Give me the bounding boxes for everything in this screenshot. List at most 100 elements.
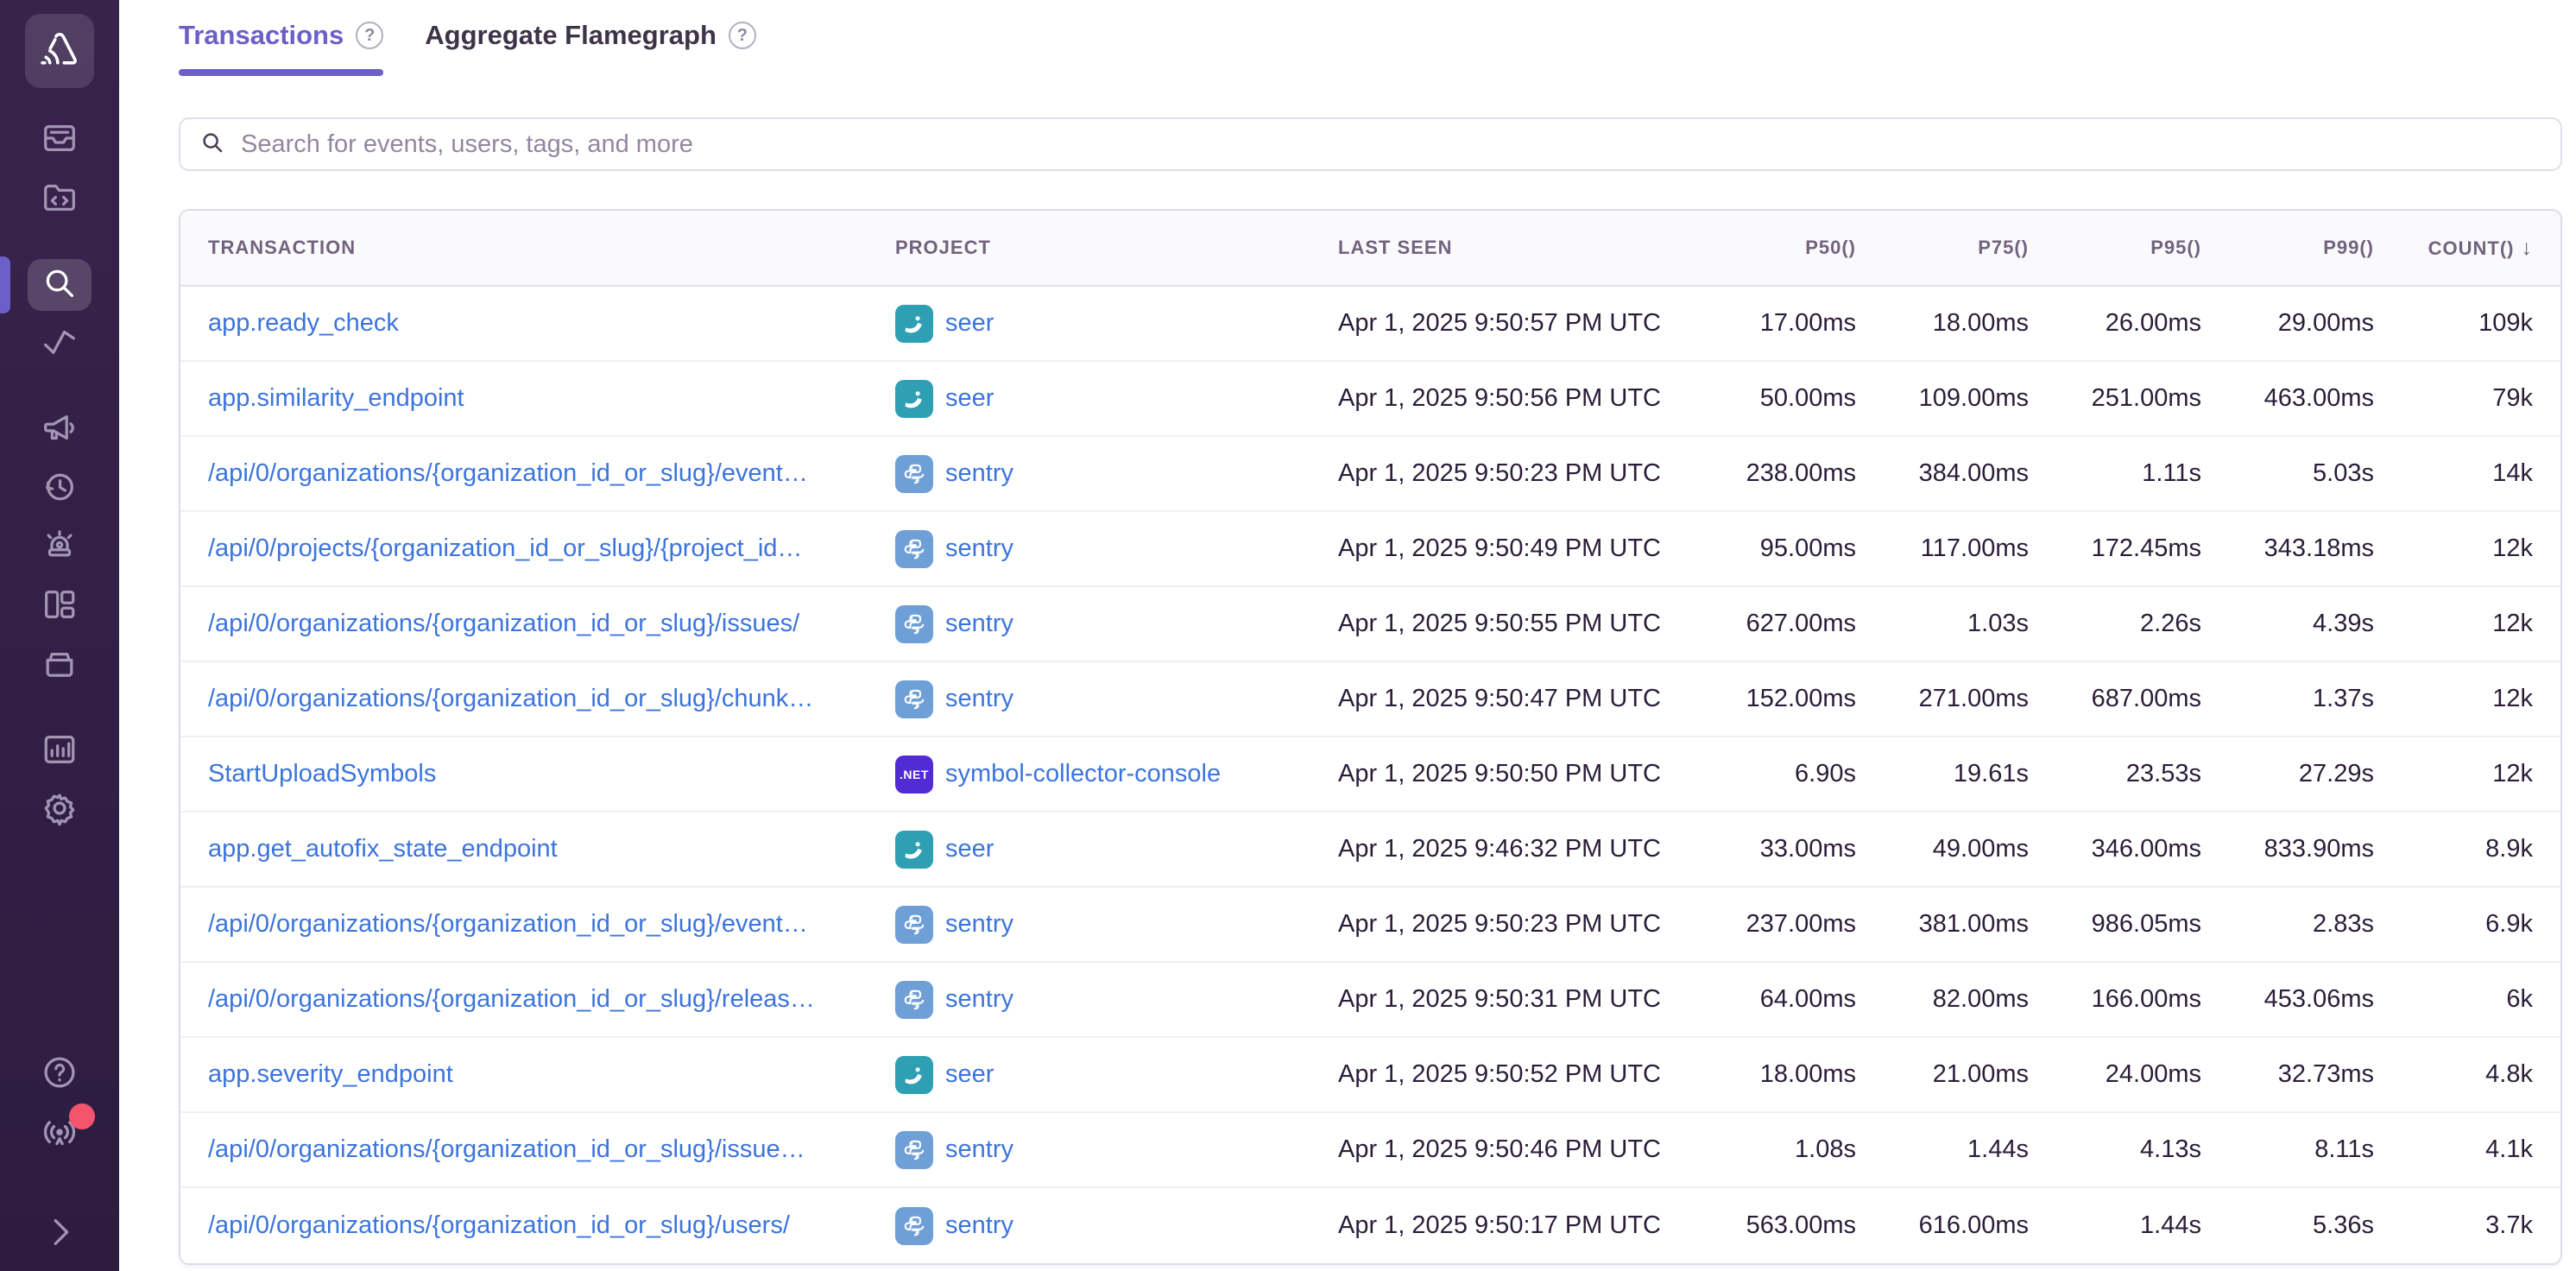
project-link[interactable]: seer bbox=[945, 1060, 994, 1089]
search-bar[interactable] bbox=[179, 117, 2562, 171]
project-link[interactable]: seer bbox=[945, 835, 994, 863]
tab-aggregate-flamegraph-label: Aggregate Flamegraph bbox=[425, 19, 717, 52]
project-link[interactable]: symbol-collector-console bbox=[945, 760, 1221, 788]
p99-cell: 29.00ms bbox=[2201, 309, 2374, 338]
sentry-logo-button[interactable] bbox=[25, 14, 94, 88]
p75-cell: 82.00ms bbox=[1856, 985, 2029, 1014]
transaction-link[interactable]: /api/0/organizations/{organization_id_or… bbox=[208, 1135, 864, 1164]
count-cell: 12k bbox=[2374, 760, 2533, 788]
project-cell: sentry bbox=[895, 981, 1338, 1019]
transaction-cell: /api/0/organizations/{organization_id_or… bbox=[208, 610, 895, 638]
p75-cell: 381.00ms bbox=[1856, 910, 2029, 939]
p75-cell: 18.00ms bbox=[1856, 309, 2029, 338]
column-header[interactable]: P99() bbox=[2201, 237, 2374, 259]
transaction-cell: /api/0/projects/{organization_id_or_slug… bbox=[208, 534, 895, 563]
transaction-link[interactable]: app.get_autofix_state_endpoint bbox=[208, 835, 864, 863]
transaction-link[interactable]: app.similarity_endpoint bbox=[208, 384, 864, 413]
column-header[interactable]: TRANSACTION bbox=[208, 237, 895, 259]
transaction-link[interactable]: StartUploadSymbols bbox=[208, 760, 864, 788]
transaction-link[interactable]: /api/0/organizations/{organization_id_or… bbox=[208, 985, 864, 1014]
seer-platform-icon bbox=[895, 305, 933, 343]
p50-cell: 50.00ms bbox=[1683, 384, 1856, 413]
sidebar-item-feedback[interactable] bbox=[28, 404, 92, 456]
transaction-link[interactable]: /api/0/organizations/{organization_id_or… bbox=[208, 610, 864, 638]
count-cell: 4.8k bbox=[2374, 1060, 2533, 1089]
p75-cell: 271.00ms bbox=[1856, 685, 2029, 713]
table-row: app.similarity_endpoint seer Apr 1, 2025… bbox=[180, 362, 2560, 437]
project-link[interactable]: sentry bbox=[945, 534, 1013, 563]
project-cell: sentry bbox=[895, 680, 1338, 718]
p95-cell: 2.26s bbox=[2029, 610, 2201, 638]
sidebar-item-alerts[interactable] bbox=[28, 522, 92, 573]
count-cell: 6k bbox=[2374, 985, 2533, 1014]
transaction-cell: /api/0/organizations/{organization_id_or… bbox=[208, 685, 895, 713]
sidebar-item-dashboards[interactable] bbox=[28, 580, 92, 632]
search-input[interactable] bbox=[239, 130, 2541, 160]
project-link[interactable]: seer bbox=[945, 309, 994, 338]
project-cell: sentry bbox=[895, 530, 1338, 568]
last-seen-cell: Apr 1, 2025 9:50:17 PM UTC bbox=[1338, 1211, 1683, 1240]
transaction-link[interactable]: /api/0/organizations/{organization_id_or… bbox=[208, 685, 864, 713]
p50-cell: 238.00ms bbox=[1683, 459, 1856, 488]
seer-platform-icon bbox=[895, 380, 933, 418]
count-cell: 14k bbox=[2374, 459, 2533, 488]
project-link[interactable]: sentry bbox=[945, 1211, 1013, 1240]
sidebar-item-whats-new[interactable] bbox=[28, 1107, 92, 1159]
table-row: /api/0/organizations/{organization_id_or… bbox=[180, 587, 2560, 662]
column-header[interactable]: COUNT()↓ bbox=[2374, 236, 2533, 261]
p95-cell: 1.44s bbox=[2029, 1211, 2201, 1240]
sidebar-collapse-button[interactable] bbox=[28, 1207, 92, 1259]
seer-platform-icon bbox=[895, 1056, 933, 1094]
project-link[interactable]: sentry bbox=[945, 685, 1013, 713]
project-link[interactable]: sentry bbox=[945, 459, 1013, 488]
project-link[interactable]: sentry bbox=[945, 1135, 1013, 1164]
count-cell: 12k bbox=[2374, 534, 2533, 563]
sidebar-item-explore[interactable] bbox=[28, 173, 92, 224]
project-link[interactable]: sentry bbox=[945, 610, 1013, 638]
column-header[interactable]: PROJECT bbox=[895, 237, 1338, 259]
transaction-cell: /api/0/organizations/{organization_id_or… bbox=[208, 910, 895, 939]
transaction-link[interactable]: /api/0/organizations/{organization_id_or… bbox=[208, 459, 864, 488]
p99-cell: 343.18ms bbox=[2201, 534, 2374, 563]
sidebar-item-help[interactable] bbox=[28, 1048, 92, 1100]
table-row: app.ready_check seer Apr 1, 2025 9:50:57… bbox=[180, 287, 2560, 362]
sidebar-item-releases[interactable] bbox=[28, 639, 92, 691]
sidebar-item-search[interactable] bbox=[28, 259, 92, 311]
p50-cell: 6.90s bbox=[1683, 760, 1856, 788]
transaction-link[interactable]: app.severity_endpoint bbox=[208, 1060, 864, 1089]
project-link[interactable]: seer bbox=[945, 384, 994, 413]
p95-cell: 26.00ms bbox=[2029, 309, 2201, 338]
p75-cell: 21.00ms bbox=[1856, 1060, 2029, 1089]
transaction-link[interactable]: /api/0/organizations/{organization_id_or… bbox=[208, 1211, 864, 1240]
sidebar-item-traces[interactable] bbox=[28, 318, 92, 370]
last-seen-cell: Apr 1, 2025 9:50:23 PM UTC bbox=[1338, 459, 1683, 488]
p99-cell: 8.11s bbox=[2201, 1135, 2374, 1164]
feedback-icon bbox=[40, 408, 79, 452]
p99-cell: 5.03s bbox=[2201, 459, 2374, 488]
tab-aggregate-flamegraph[interactable]: Aggregate Flamegraph ? bbox=[425, 19, 756, 76]
transaction-cell: app.similarity_endpoint bbox=[208, 384, 895, 413]
sidebar-item-replays[interactable] bbox=[28, 463, 92, 515]
transaction-link[interactable]: /api/0/organizations/{organization_id_or… bbox=[208, 910, 864, 939]
tab-transactions[interactable]: Transactions ? bbox=[179, 19, 383, 76]
transaction-link[interactable]: app.ready_check bbox=[208, 309, 864, 338]
help-icon[interactable]: ? bbox=[729, 22, 756, 49]
sidebar-item-issues[interactable] bbox=[28, 114, 92, 166]
project-link[interactable]: sentry bbox=[945, 910, 1013, 939]
table-row: /api/0/organizations/{organization_id_or… bbox=[180, 1188, 2560, 1263]
sidebar-item-stats[interactable] bbox=[28, 725, 92, 777]
column-header[interactable]: P50() bbox=[1683, 237, 1856, 259]
p95-cell: 24.00ms bbox=[2029, 1060, 2201, 1089]
column-header[interactable]: P75() bbox=[1856, 237, 2029, 259]
project-link[interactable]: sentry bbox=[945, 985, 1013, 1014]
table-row: app.get_autofix_state_endpoint seer Apr … bbox=[180, 813, 2560, 888]
p95-cell: 1.11s bbox=[2029, 459, 2201, 488]
column-header[interactable]: LAST SEEN bbox=[1338, 237, 1683, 259]
column-header[interactable]: P95() bbox=[2029, 237, 2201, 259]
transaction-link[interactable]: /api/0/projects/{organization_id_or_slug… bbox=[208, 534, 864, 563]
sidebar-item-settings[interactable] bbox=[28, 784, 92, 836]
sidebar bbox=[0, 0, 119, 1271]
transactions-table: TRANSACTIONPROJECTLAST SEENP50()P75()P95… bbox=[179, 209, 2562, 1265]
help-icon[interactable]: ? bbox=[356, 22, 383, 49]
table-row: /api/0/organizations/{organization_id_or… bbox=[180, 662, 2560, 737]
